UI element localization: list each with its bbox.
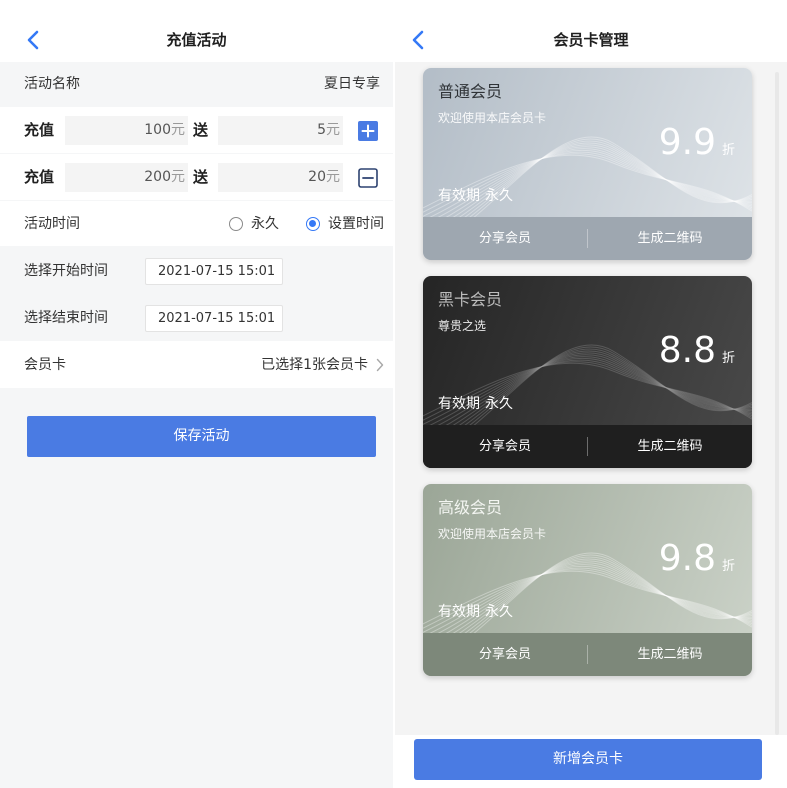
- validity-label: 有效期: [438, 396, 480, 412]
- activity-name-label: 活动名称: [24, 76, 80, 92]
- recharge-label: 充值: [24, 121, 55, 139]
- scrollbar[interactable]: [775, 72, 779, 735]
- activity-name-row: 活动名称 夏日专享: [0, 62, 393, 106]
- end-time-label: 选择结束时间: [24, 309, 108, 326]
- member-card-label: 会员卡: [24, 356, 66, 373]
- chevron-right-icon-svg: [376, 358, 384, 371]
- generate-qrcode-button[interactable]: 生成二维码: [588, 425, 752, 468]
- card-discount: 9.9 折: [659, 123, 735, 163]
- share-card-button[interactable]: 分享会员: [423, 633, 587, 676]
- generate-qrcode-button[interactable]: 生成二维码: [588, 217, 752, 260]
- discount-unit: 折: [721, 351, 735, 366]
- bonus-unit: 元: [326, 122, 340, 138]
- add-rule-button[interactable]: [358, 121, 378, 141]
- wave-line: [423, 153, 752, 213]
- card-name: 普通会员: [438, 82, 503, 101]
- start-time-input[interactable]: 2021-07-15 15:01: [145, 258, 283, 285]
- amount-value: 100: [144, 122, 171, 138]
- member-card-row[interactable]: 会员卡 已选择1张会员卡: [0, 341, 393, 388]
- bonus-amount-input[interactable]: 5元: [218, 116, 343, 145]
- activity-name-value[interactable]: 夏日专享: [324, 75, 380, 93]
- radio-circle[interactable]: [306, 216, 320, 231]
- discount-value: 8.8: [658, 330, 716, 371]
- time-option-permanent[interactable]: 永久: [229, 215, 285, 233]
- recharge-amount-input[interactable]: 100元: [65, 116, 188, 145]
- add-member-card-button[interactable]: 新增会员卡: [414, 739, 762, 780]
- card-discount: 8.8 折: [659, 331, 735, 371]
- discount-unit: 折: [721, 559, 735, 574]
- remove-rule-button[interactable]: [358, 168, 378, 188]
- amount-unit: 元: [171, 169, 185, 185]
- chevron-right-icon: [376, 358, 384, 372]
- page-title: 会员卡管理: [553, 31, 629, 49]
- card-validity: 有效期 永久: [438, 603, 513, 621]
- card-subtitle: 尊贵之选: [438, 319, 487, 333]
- member-card-management-screen: 会员卡管理 普通会员 欢迎使用本店会员卡 9.9 折 有效期 永久 分享会员 生成二…: [395, 0, 787, 788]
- radio-circle[interactable]: [229, 216, 243, 231]
- member-card-black[interactable]: 黑卡会员 尊贵之选 8.8 折 有效期 永久 分享会员 生成二维码: [423, 276, 752, 468]
- share-card-button[interactable]: 分享会员: [423, 425, 587, 468]
- bonus-value: 5: [317, 122, 326, 138]
- page-title: 充值活动: [166, 31, 227, 49]
- validity-value: 永久: [485, 188, 513, 204]
- member-card-regular[interactable]: 普通会员 欢迎使用本店会员卡 9.9 折 有效期 永久 分享会员 生成二维码: [423, 68, 752, 260]
- share-card-button[interactable]: 分享会员: [423, 217, 587, 260]
- card-list: 普通会员 欢迎使用本店会员卡 9.9 折 有效期 永久 分享会员 生成二维码 黑卡会…: [395, 62, 787, 735]
- card-name: 高级会员: [438, 498, 503, 517]
- card-action-bar: 分享会员 生成二维码: [423, 425, 752, 468]
- bonus-amount-input[interactable]: 20元: [218, 163, 343, 192]
- generate-qrcode-button[interactable]: 生成二维码: [588, 633, 752, 676]
- card-validity: 有效期 永久: [438, 395, 513, 413]
- discount-unit: 折: [721, 143, 735, 158]
- recharge-rule-row: 充值 200元 送 20元: [0, 154, 393, 200]
- validity-label: 有效期: [438, 604, 480, 620]
- card-action-bar: 分享会员 生成二维码: [423, 633, 752, 676]
- footer: 新增会员卡: [395, 735, 787, 788]
- wave-line: [423, 569, 752, 629]
- validity-value: 永久: [485, 396, 513, 412]
- card-action-bar: 分享会员 生成二维码: [423, 217, 752, 260]
- give-label: 送: [193, 168, 209, 186]
- save-activity-button[interactable]: 保存活动: [27, 416, 376, 457]
- minus-icon: [358, 168, 378, 188]
- radio-label: 永久: [251, 215, 279, 232]
- time-option-custom[interactable]: 设置时间: [306, 215, 392, 233]
- member-card-value: 已选择1张会员卡: [261, 356, 368, 373]
- give-label: 送: [193, 121, 209, 139]
- wave-line: [423, 361, 752, 421]
- amount-value: 200: [144, 169, 171, 185]
- end-time-row: 选择结束时间 2021-07-15 15:01: [0, 295, 393, 340]
- start-time-label: 选择开始时间: [24, 262, 108, 279]
- recharge-rule-row: 充值 100元 送 5元: [0, 107, 393, 153]
- recharge-amount-input[interactable]: 200元: [65, 163, 188, 192]
- discount-value: 9.9: [658, 122, 716, 163]
- radio-label: 设置时间: [328, 215, 384, 232]
- member-card-premium[interactable]: 高级会员 欢迎使用本店会员卡 9.8 折 有效期 永久 分享会员 生成二维码: [423, 484, 752, 676]
- card-subtitle: 欢迎使用本店会员卡: [438, 527, 547, 541]
- discount-value: 9.8: [658, 538, 716, 579]
- bonus-value: 20: [308, 169, 326, 185]
- card-discount: 9.8 折: [659, 539, 735, 579]
- amount-unit: 元: [171, 122, 185, 138]
- recharge-activity-screen: 充值活动 活动名称 夏日专享 充值 100元 送 5元 充值 200元 送 20…: [0, 0, 393, 788]
- plus-icon: [358, 121, 378, 141]
- card-validity: 有效期 永久: [438, 187, 513, 205]
- bonus-unit: 元: [326, 169, 340, 185]
- end-time-input[interactable]: 2021-07-15 15:01: [145, 305, 283, 332]
- start-time-row: 选择开始时间 2021-07-15 15:01: [0, 248, 393, 293]
- activity-time-row: 活动时间 永久 设置时间: [0, 201, 393, 246]
- activity-time-label: 活动时间: [24, 215, 80, 232]
- validity-label: 有效期: [438, 188, 480, 204]
- header: 充值活动: [0, 0, 393, 62]
- card-name: 黑卡会员: [438, 290, 503, 309]
- recharge-label: 充值: [24, 168, 55, 186]
- header: 会员卡管理: [395, 0, 787, 62]
- validity-value: 永久: [485, 604, 513, 620]
- card-subtitle: 欢迎使用本店会员卡: [438, 111, 547, 125]
